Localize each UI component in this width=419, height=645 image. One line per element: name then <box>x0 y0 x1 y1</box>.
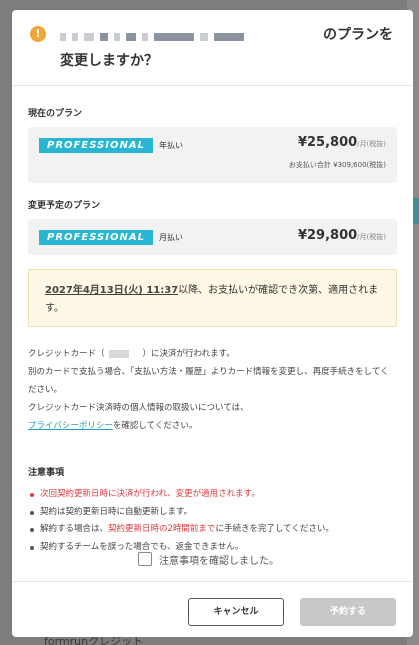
caution-item-suffix: に手続きを完了してください。 <box>215 524 334 534</box>
privacy-suffix: を確認してください。 <box>112 421 198 431</box>
privacy-line: プライバシーポリシーを確認してください。 <box>28 417 397 435</box>
billing-cycle: 月払い <box>159 233 183 242</box>
plan-change-dialog: ! のプランを 変更しますか？ 現在のプラン PROFESSIONAL 年払い … <box>12 10 413 637</box>
card-line-prefix: クレジットカード（ <box>28 349 105 359</box>
total-amount: お支払い合計 ¥309,600(税抜) <box>288 161 386 169</box>
dialog-footer: キャンセル 予約する <box>12 581 413 637</box>
plan-badge: PROFESSIONAL <box>39 138 153 153</box>
next-plan-box: PROFESSIONAL 月払い ¥29,800/月(税抜) <box>28 219 397 255</box>
payment-info: クレジットカード（ ）に決済が行われます。 別のカードで支払う場合、「支払い方法・… <box>28 345 397 435</box>
billing-cycle: 年払い <box>159 141 183 150</box>
caution-item: 解約する場合は、契約更新日時の2時間前までに手続きを完了してください。 <box>28 521 397 539</box>
confirm-checkbox[interactable] <box>138 552 152 566</box>
privacy-text: クレジットカード決済時の個人情報の取扱いについては、 <box>28 403 249 413</box>
card-line: クレジットカード（ ）に決済が行われます。 <box>28 345 397 363</box>
price-amount: ¥25,800 <box>297 135 358 150</box>
caution-item-highlight: 契約更新日時の2時間前まで <box>108 524 216 534</box>
caution-item: 契約は契約更新日時に自動更新します。 <box>28 504 397 522</box>
caution-item-prefix: 解約する場合は、 <box>40 524 109 534</box>
privacy-policy-link[interactable]: プライバシーポリシー <box>28 421 113 431</box>
alert-icon: ! <box>30 26 46 42</box>
dialog-header: ! のプランを 変更しますか？ <box>12 10 413 86</box>
dialog-title: 変更しますか？ <box>60 53 158 69</box>
change-card-text: 別のカードで支払う場合、「支払い方法・履歴」よりカード情報を変更し、再度手続きを… <box>28 367 389 395</box>
caution-item: 次回契約更新日時に決済が行われ、変更が適用されます。 <box>28 486 397 504</box>
apply-date-notice: 2027年4月13日(火) 11:37以降、お支払いが確認でき次第、適用されます… <box>28 269 397 327</box>
price-unit: /月(税抜) <box>357 233 386 241</box>
current-plan-box: PROFESSIONAL 年払い ¥25,800/月(税抜) お支払い合計 ¥3… <box>28 127 397 183</box>
price-amount: ¥29,800 <box>297 228 358 243</box>
dialog-title-tail: のプランを <box>323 27 393 43</box>
confirm-label[interactable]: 注意事項を確認しました。 <box>159 552 279 567</box>
cancel-button[interactable]: キャンセル <box>188 598 284 626</box>
redacted-card-number <box>108 349 129 358</box>
plan-price: ¥29,800/月(税抜) <box>298 228 386 243</box>
confirm-row[interactable]: 注意事項を確認しました。 <box>138 551 279 567</box>
plan-badge: PROFESSIONAL <box>39 230 153 245</box>
current-plan-label: 現在のプラン <box>28 109 83 119</box>
next-plan-label: 変更予定のプラン <box>28 201 101 211</box>
reserve-button[interactable]: 予約する <box>300 598 396 626</box>
plan-price: ¥25,800/月(税抜) <box>298 135 386 150</box>
card-line-suffix: ）に決済が行われます。 <box>142 349 235 359</box>
caution-list: 次回契約更新日時に決済が行われ、変更が適用されます。 契約は契約更新日時に自動更… <box>28 486 397 556</box>
caution-title: 注意事項 <box>28 468 65 478</box>
price-unit: /月(税抜) <box>357 140 386 148</box>
dialog-body: 現在のプラン PROFESSIONAL 年払い ¥25,800/月(税抜) お支… <box>12 106 413 556</box>
apply-date: 2027年4月13日(火) 11:37 <box>45 285 179 296</box>
